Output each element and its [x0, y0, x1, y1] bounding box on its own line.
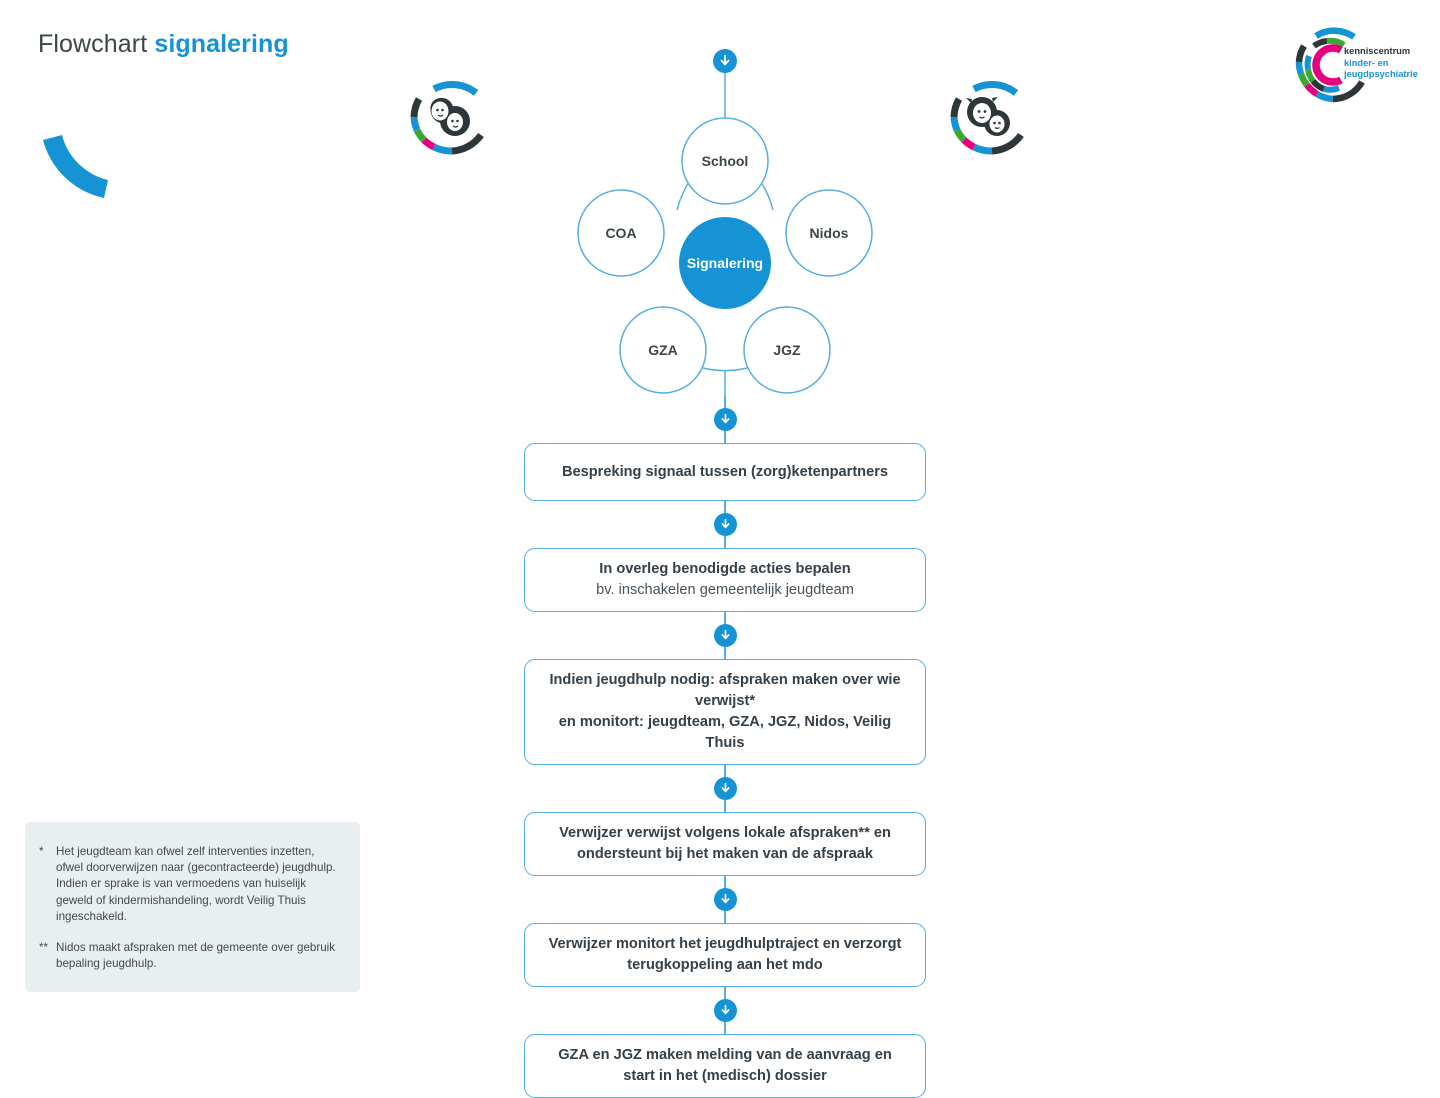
- hub-entry-arrow-icon: [713, 49, 737, 73]
- hub-node-gza-label: GZA: [648, 342, 678, 358]
- footnote-text: Nidos maakt afspraken met de gemeente ov…: [56, 941, 336, 971]
- flow-connector: [524, 876, 926, 923]
- footnote-double-asterisk: ** Nidos maakt afspraken met de gemeente…: [39, 940, 338, 972]
- hub-node-school-label: School: [701, 153, 749, 169]
- hub-center-label: Signalering: [686, 255, 764, 271]
- flow-step-3-line-1: Indien jeugdhulp nodig: afspraken maken …: [549, 672, 901, 709]
- footnotes-panel: * Het jeugdteam kan ofwel zelf intervent…: [25, 822, 360, 993]
- flow-step-6[interactable]: GZA en JGZ maken melding van de aanvraag…: [524, 1034, 926, 1098]
- down-arrow-icon: [713, 777, 737, 800]
- down-arrow-icon: [713, 999, 737, 1022]
- brand-logo-line-1: kenniscentrum: [1344, 46, 1411, 56]
- flow-step-1[interactable]: Bespreking signaal tussen (zorg)ketenpar…: [524, 443, 926, 501]
- hub-node-gza[interactable]: GZA: [620, 307, 706, 393]
- process-flow: Bespreking signaal tussen (zorg)ketenpar…: [524, 396, 926, 1098]
- flow-step-3[interactable]: Indien jeugdhulp nodig: afspraken maken …: [524, 659, 926, 765]
- flow-step-5[interactable]: Verwijzer monitort het jeugdhulptraject …: [524, 923, 926, 987]
- flow-step-4-line-2: ondersteunt bij het maken van de afspraa…: [576, 846, 873, 862]
- down-arrow-icon: [713, 888, 737, 911]
- two-kids-badge-icon: [947, 72, 1037, 162]
- hub-node-jgz[interactable]: JGZ: [744, 307, 830, 393]
- footnote-marker: **: [39, 941, 49, 955]
- flow-step-6-line-1: GZA en JGZ maken melding van de aanvraag…: [558, 1047, 892, 1063]
- brand-logo: kenniscentrum kinder- en jeugdpsychiatri…: [1294, 26, 1424, 104]
- page-title-accent: signalering: [154, 30, 289, 58]
- flow-connector: [524, 765, 926, 812]
- down-arrow-icon: [713, 624, 737, 647]
- footnote-text: Het jeugdteam kan ofwel zelf interventie…: [56, 845, 336, 923]
- flow-step-5-line-2: terugkoppeling aan het mdo: [627, 957, 823, 973]
- down-arrow-icon: [713, 513, 737, 536]
- flow-step-2[interactable]: In overleg benodigde acties bepalen bv. …: [524, 548, 926, 612]
- flow-step-3-line-2: en monitort: jeugdteam, GZA, JGZ, Nidos,…: [558, 714, 892, 751]
- flow-step-5-line-1: Verwijzer monitort het jeugdhulptraject …: [548, 936, 902, 952]
- flow-step-1-line-1: Bespreking signaal tussen (zorg)ketenpar…: [561, 463, 888, 480]
- page-title: Flowchart signalering: [38, 30, 289, 59]
- hub-node-school[interactable]: School: [682, 118, 768, 204]
- down-arrow-icon: [713, 408, 737, 431]
- flow-connector: [524, 501, 926, 548]
- hub-node-jgz-label: JGZ: [773, 342, 801, 358]
- blue-swoosh-decoration: [38, 132, 114, 202]
- brand-logo-line-2: kinder- en: [1344, 57, 1389, 68]
- flow-step-4[interactable]: Verwijzer verwijst volgens lokale afspra…: [524, 812, 926, 876]
- footnote-single-asterisk: * Het jeugdteam kan ofwel zelf intervent…: [39, 844, 338, 925]
- signalering-hub-diagram: School Nidos JGZ GZA COA Signalering: [560, 38, 890, 398]
- hub-node-nidos-label: Nidos: [809, 225, 849, 241]
- two-children-badge-icon: [407, 72, 497, 162]
- flow-step-2-line-1: In overleg benodigde acties bepalen: [599, 561, 851, 577]
- flow-connector: [524, 612, 926, 659]
- hub-node-coa[interactable]: COA: [578, 190, 664, 276]
- brand-logo-line-3: jeugdpsychiatrie: [1344, 69, 1418, 79]
- flow-connector: [524, 396, 926, 443]
- page-title-plain: Flowchart: [38, 30, 155, 58]
- flow-step-2-line-2: bv. inschakelen gemeentelijk jeugdteam: [596, 582, 854, 598]
- footnote-marker: *: [39, 845, 44, 858]
- hub-node-coa-label: COA: [605, 225, 637, 241]
- hub-node-nidos[interactable]: Nidos: [786, 190, 872, 276]
- flow-connector: [524, 987, 926, 1034]
- flow-step-4-line-1: Verwijzer verwijst volgens lokale afspra…: [559, 825, 891, 841]
- flow-step-6-line-2: start in het (medisch) dossier: [623, 1068, 827, 1084]
- hub-center-node[interactable]: Signalering: [679, 217, 771, 309]
- brand-logo-text: kenniscentrum kinder- en jeugdpsychiatri…: [1344, 46, 1418, 81]
